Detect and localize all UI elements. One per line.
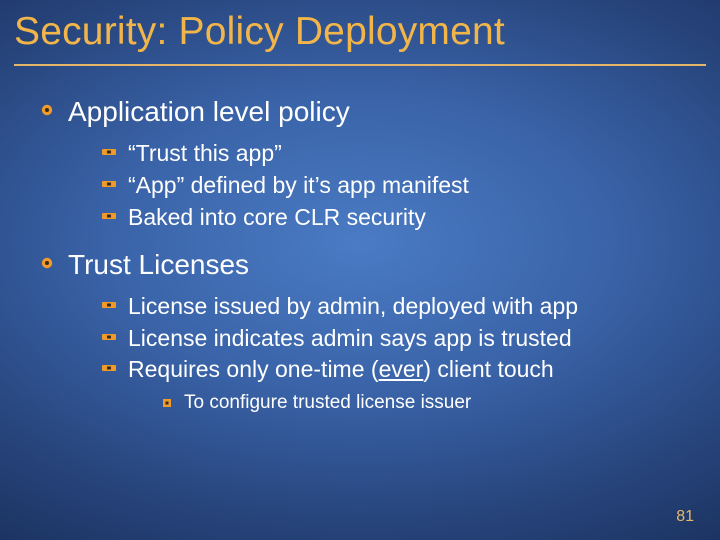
list-item-label: To configure trusted license issuer [184,392,471,413]
list-item: “Trust this app” [102,139,680,169]
list-item-label: Trust Licenses [68,249,249,280]
list-item-label: “App” defined by it’s app manifest [128,172,469,198]
page-number: 81 [676,508,694,526]
list-item: Baked into core CLR security [102,203,680,233]
list-item: License issued by admin, deployed with a… [102,292,680,322]
list-item-label: Baked into core CLR security [128,204,426,230]
bullet-icon [162,398,172,408]
bullet-icon [102,362,116,374]
list-item: Requires only one-time (ever) client tou… [102,355,680,416]
list-item-label: Requires only one-time (ever) client tou… [128,356,554,382]
list-item: Trust Licenses License issued by admin, … [40,247,680,416]
list-item-label: “Trust this app” [128,140,282,166]
bullet-icon [102,210,116,222]
bullet-icon [102,331,116,343]
slide-body: Application level policy “Trust this app… [0,66,720,416]
list-item: Application level policy “Trust this app… [40,94,680,233]
bullet-icon [40,103,54,117]
list-item-label: License issued by admin, deployed with a… [128,293,578,319]
list-item-label: License indicates admin says app is trus… [128,325,572,351]
bullet-icon [102,146,116,158]
bullet-icon [102,178,116,190]
list-item: License indicates admin says app is trus… [102,324,680,354]
list-item: “App” defined by it’s app manifest [102,171,680,201]
list-item: To configure trusted license issuer [162,391,680,416]
list-item-label: Application level policy [68,96,350,127]
bullet-icon [40,256,54,270]
slide-title: Security: Policy Deployment [14,10,708,54]
bullet-icon [102,299,116,311]
